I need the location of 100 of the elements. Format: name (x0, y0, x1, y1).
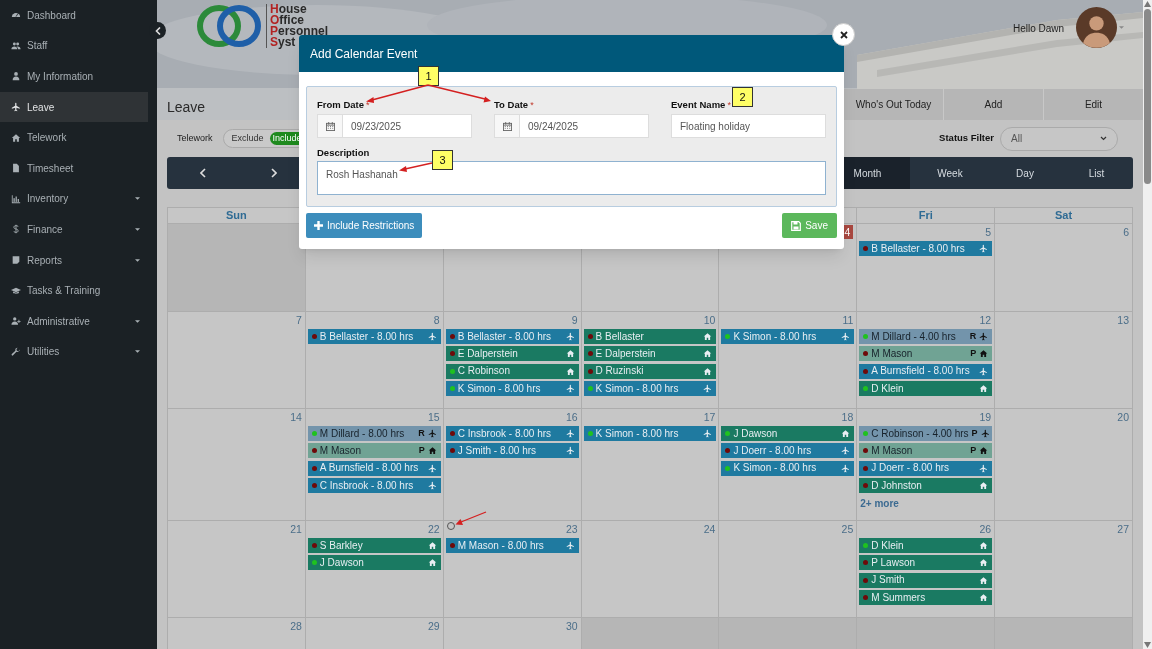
calendar-event[interactable]: K Simon - 8.00 hrs (583, 426, 717, 441)
calendar-event[interactable]: C Insbrook - 8.00 hrs (445, 426, 579, 441)
day-cell[interactable]: 21 (168, 521, 306, 618)
calendar-event[interactable]: J Dawson (721, 426, 855, 441)
day-cell[interactable]: 19 C Robinson - 4.00 hrs P M Mason P J Doerr - 8.00 hrs D Johnston 2+ more (857, 409, 996, 521)
more-link[interactable]: 2+ more (857, 495, 899, 511)
calendar-event[interactable]: C Robinson (445, 363, 579, 379)
calendar-event[interactable]: M Summers (859, 590, 993, 606)
calendar-event[interactable]: K Simon - 8.00 hrs (721, 460, 855, 476)
day-cell[interactable]: 15 M Dillard - 8.00 hrs R M Mason P A Burnsfield - 8.00 hrs C Insbrook - 8.00 hrs (305, 409, 444, 521)
calendar-event[interactable]: P Lawson (859, 555, 993, 571)
status-filter-select[interactable]: All (1000, 126, 1118, 151)
view-tab[interactable]: Week (910, 157, 990, 189)
calendar-event[interactable]: J Doerr - 8.00 hrs (859, 460, 993, 476)
sidebar-item[interactable]: Staff (0, 30, 148, 62)
sidebar-item[interactable]: Utilities (0, 336, 148, 368)
day-cell[interactable]: 8 B Bellaster - 8.00 hrs (305, 312, 444, 409)
calendar-event[interactable]: M Mason P (859, 443, 993, 459)
day-cell[interactable]: 13 (995, 312, 1133, 409)
calendar-event[interactable]: B Bellaster (583, 329, 717, 344)
day-cell[interactable]: 24 (581, 521, 720, 618)
calendar-event[interactable]: K Simon - 8.00 hrs (721, 329, 855, 344)
date-field[interactable]: 09/24/2025 (494, 114, 649, 138)
sidebar-item[interactable]: Inventory (0, 183, 148, 215)
calendar-event[interactable]: M Mason P (859, 346, 993, 362)
day-cell[interactable]: 22 S Barkley J Dawson (305, 521, 444, 618)
include-restrictions-button[interactable]: Include Restrictions (306, 213, 423, 238)
day-cell[interactable]: 5 B Bellaster - 8.00 hrs (857, 224, 996, 312)
calendar-event[interactable]: J Smith - 8.00 hrs (445, 443, 579, 459)
sidebar-item[interactable]: Telework (0, 122, 148, 153)
day-cell[interactable]: 6 (995, 224, 1133, 312)
calendar-event[interactable]: M Mason P (307, 443, 441, 459)
toggle-option[interactable]: Exclude (228, 132, 267, 145)
caret-down-icon[interactable] (1119, 26, 1124, 29)
day-number: 20 (1117, 410, 1129, 424)
sidebar-item[interactable]: Leave (0, 91, 148, 123)
save-button[interactable]: Save (782, 213, 837, 238)
view-tab[interactable]: List (1060, 157, 1133, 189)
sidebar-item[interactable]: Tasks & Training (0, 275, 148, 306)
day-cell[interactable]: 20 (995, 409, 1133, 521)
calendar-event[interactable]: J Doerr - 8.00 hrs (721, 443, 855, 459)
day-cell[interactable] (168, 224, 306, 312)
day-cell[interactable]: 7 (168, 312, 306, 409)
calendar-event[interactable]: A Burnsfield - 8.00 hrs (859, 363, 993, 379)
date-field[interactable]: 09/23/2025 (317, 114, 472, 138)
day-cell[interactable]: 25 (719, 521, 858, 618)
day-cell[interactable]: 14 (168, 409, 306, 521)
header-tab[interactable]: Who's Out Today (843, 89, 943, 120)
calendar-event[interactable]: M Mason - 8.00 hrs (445, 538, 579, 553)
calendar-event[interactable]: B Bellaster - 8.00 hrs (859, 241, 993, 256)
input-field[interactable]: Floating holiday (671, 114, 826, 138)
calendar-event[interactable]: D Johnston (859, 478, 993, 494)
sidebar-item[interactable]: Timesheet (0, 152, 148, 184)
calendar-event[interactable]: B Bellaster - 8.00 hrs (445, 329, 579, 344)
scroll-thumb[interactable] (1144, 9, 1151, 184)
day-cell[interactable]: 10 B Bellaster E Dalperstein D Ruzinski K Simon - 8.00 hrs (581, 312, 720, 409)
sidebar-item[interactable]: Finance (0, 214, 148, 245)
home-icon (703, 349, 713, 359)
user-plus-icon (11, 316, 21, 327)
calendar-event[interactable]: C Robinson - 4.00 hrs P (859, 426, 993, 441)
sidebar-item[interactable]: Administrative (0, 305, 148, 337)
calendar-event[interactable]: E Dalperstein (583, 346, 717, 362)
day-cell[interactable]: 11 K Simon - 8.00 hrs (719, 312, 858, 409)
sidebar-item[interactable]: Dashboard (0, 0, 148, 31)
calendar-event[interactable]: K Simon - 8.00 hrs (445, 381, 579, 397)
home-icon (427, 446, 437, 456)
calendar-event[interactable]: E Dalperstein (445, 346, 579, 362)
logo-text: Office (270, 15, 305, 26)
sidebar-item[interactable]: Reports (0, 244, 148, 276)
day-number: 10 (703, 313, 716, 327)
sidebar-item[interactable]: My Information (0, 61, 148, 92)
calendar-event[interactable]: S Barkley (307, 538, 441, 553)
calendar-event[interactable]: D Klein (859, 538, 993, 553)
header-tab[interactable]: Edit (1043, 89, 1143, 120)
status-letter: P (418, 446, 425, 456)
calendar-event[interactable]: M Dillard - 8.00 hrs R (307, 426, 441, 441)
view-tab[interactable]: Day (990, 157, 1060, 189)
calendar-event[interactable]: A Burnsfield - 8.00 hrs (307, 460, 441, 476)
caret-down-icon (135, 258, 140, 262)
day-cell[interactable]: 23 M Mason - 8.00 hrs (443, 521, 582, 618)
home-icon (11, 132, 21, 143)
day-cell[interactable]: 27 (995, 521, 1133, 618)
calendar-event[interactable]: K Simon - 8.00 hrs (583, 381, 717, 397)
calendar-event[interactable]: J Dawson (307, 555, 441, 571)
day-cell[interactable]: 18 J Dawson J Doerr - 8.00 hrs K Simon - 8.00 hrs (719, 409, 858, 521)
calendar-event[interactable]: D Klein (859, 381, 993, 397)
header-tab[interactable]: Add (943, 89, 1043, 120)
day-cell[interactable]: 16 C Insbrook - 8.00 hrs J Smith - 8.00 hrs (443, 409, 582, 521)
day-cell[interactable]: 17 K Simon - 8.00 hrs (581, 409, 720, 521)
calendar-event[interactable]: D Ruzinski (583, 363, 717, 379)
day-cell[interactable]: 26 D Klein P Lawson J Smith M Summers (857, 521, 996, 618)
calendar-event[interactable]: B Bellaster - 8.00 hrs (307, 329, 441, 344)
day-cell[interactable]: 12 M Dillard - 4.00 hrs R M Mason P A Burnsfield - 8.00 hrs D Klein (857, 312, 996, 409)
calendar-event[interactable]: M Dillard - 4.00 hrs R (859, 329, 993, 344)
scrollbar[interactable] (1143, 0, 1152, 649)
scroll-down-icon[interactable] (1144, 642, 1151, 648)
calendar-event[interactable]: C Insbrook - 8.00 hrs (307, 478, 441, 494)
scroll-up-icon[interactable] (1144, 1, 1151, 7)
calendar-event[interactable]: J Smith (859, 572, 993, 588)
day-cell[interactable]: 9 B Bellaster - 8.00 hrs E Dalperstein C Robinson K Simon - 8.00 hrs (443, 312, 582, 409)
